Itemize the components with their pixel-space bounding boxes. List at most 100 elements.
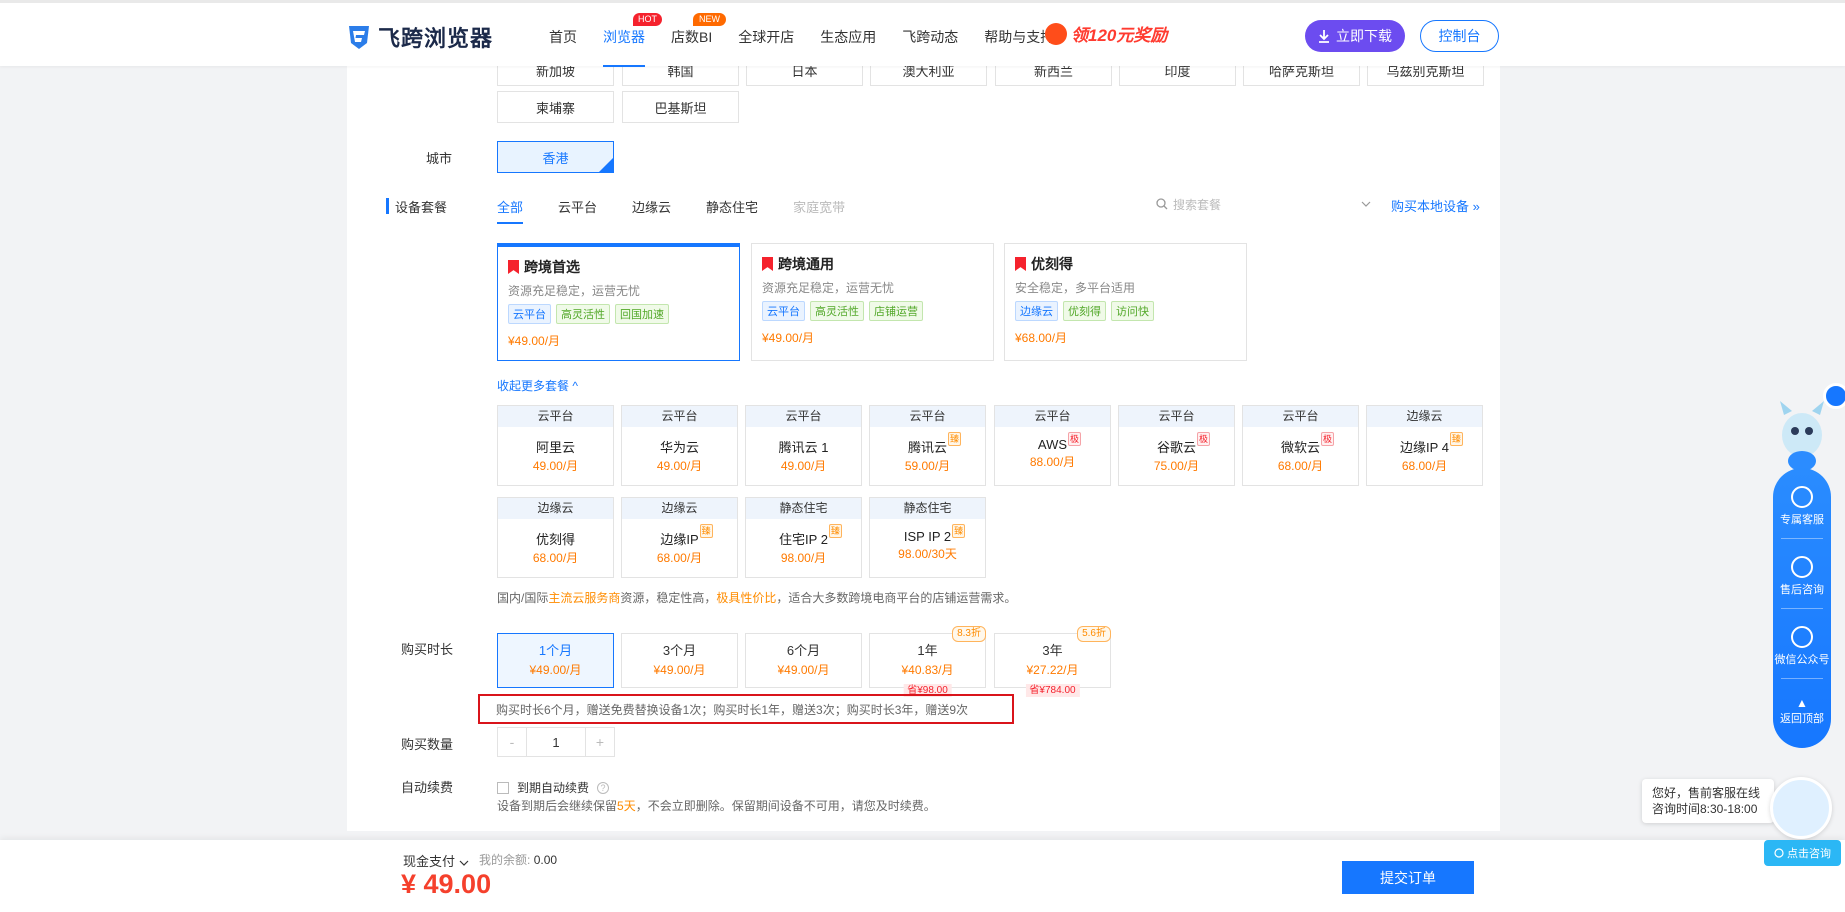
- package-card[interactable]: 云平台 华为云 49.00/月: [621, 405, 738, 486]
- payment-method-select[interactable]: 现金支付: [403, 851, 469, 870]
- tab-all[interactable]: 全部: [497, 197, 524, 224]
- hot-badge: HOT: [633, 13, 662, 26]
- collapse-more-link[interactable]: 收起更多套餐 ^: [497, 377, 578, 394]
- duration-option-price: ¥49.00/月: [529, 663, 582, 677]
- nav-bi[interactable]: 店数BI NEW: [671, 13, 726, 47]
- top-nav-bar: 飞跨浏览器 首页 浏览器 HOT 店数BI NEW 全球开店 生态应用 飞跨动态…: [0, 0, 1845, 67]
- package-card[interactable]: 边缘云 边缘IP 4 臻 68.00/月: [1366, 405, 1483, 486]
- city-option-selected[interactable]: 香港: [497, 141, 614, 173]
- floating-service-bar: 专属客服 售后咨询 微信公众号 ▲ 返回顶部: [1773, 468, 1831, 748]
- featured-package[interactable]: 跨境首选 资源充足稳定，运营无忧 云平台 高灵活性 回国加速 ¥49.00/月: [497, 243, 740, 361]
- card-name: 华为云: [659, 440, 699, 455]
- card-name: 阿里云: [535, 440, 575, 455]
- duration-option[interactable]: 1个月 ¥49.00/月: [497, 633, 614, 688]
- package-search-input[interactable]: 搜索套餐: [1156, 193, 1371, 215]
- card-type: 云平台: [746, 406, 861, 427]
- total-price: ¥ 49.00: [401, 869, 492, 899]
- duration-option[interactable]: 5.6折 3年 ¥27.22/月 省¥784.00: [994, 626, 1111, 697]
- package-card[interactable]: 云平台 AWS 极 88.00/月: [994, 405, 1111, 486]
- package-tag: 边缘云: [1015, 301, 1058, 321]
- console-button[interactable]: 控制台: [1420, 20, 1499, 52]
- nav-browser[interactable]: 浏览器 HOT: [603, 13, 662, 67]
- package-tag: 云平台: [762, 301, 805, 321]
- package-card[interactable]: 云平台 腾讯云臻 59.00/月: [869, 405, 986, 486]
- package-card[interactable]: 边缘云 边缘IP 臻 68.00/月: [621, 497, 738, 578]
- red-envelope-icon: [1045, 22, 1067, 45]
- promo-banner[interactable]: 领120元奖励: [1045, 21, 1167, 46]
- country-option[interactable]: 柬埔寨: [497, 91, 614, 123]
- package-title: 跨境通用: [778, 256, 834, 272]
- nav-global-store[interactable]: 全球开店: [738, 27, 794, 47]
- submit-order-button[interactable]: 提交订单: [1342, 861, 1474, 894]
- card-price: 49.00/月: [656, 459, 703, 473]
- chat-line: 咨询时间8:30-18:00: [1652, 802, 1758, 816]
- package-tag: 优刻得: [1063, 301, 1106, 321]
- desc-text: 国内/国际: [497, 591, 549, 605]
- nav-ecosystem[interactable]: 生态应用: [820, 27, 876, 47]
- exclusive-service-button[interactable]: 专属客服: [1773, 486, 1831, 527]
- main-nav: 首页 浏览器 HOT 店数BI NEW 全球开店 生态应用 飞跨动态 帮助与支持: [549, 13, 1080, 67]
- new-badge: NEW: [693, 13, 726, 26]
- divider: [1781, 678, 1823, 679]
- card-type: 云平台: [1243, 406, 1358, 427]
- logo[interactable]: 飞跨浏览器: [346, 21, 493, 53]
- package-tag: 高灵活性: [556, 304, 610, 324]
- nav-news[interactable]: 飞跨动态: [902, 27, 958, 47]
- chat-line: 您好，售前客服在线: [1652, 786, 1761, 800]
- auto-renew-checkbox[interactable]: [497, 781, 509, 794]
- duration-label: 购买时长: [401, 642, 454, 657]
- tab-edge[interactable]: 边缘云: [632, 197, 671, 216]
- country-option[interactable]: 巴基斯坦: [622, 91, 739, 123]
- renew-note-text: ，不会立即删除。保留期间设备不可用，请您及时续费。: [635, 799, 936, 813]
- decrease-button[interactable]: -: [498, 728, 526, 756]
- package-card[interactable]: 静态住宅 住宅IP 2 臻 98.00/月: [745, 497, 862, 578]
- after-sales-button[interactable]: 售后咨询: [1773, 556, 1831, 597]
- duration-option[interactable]: 3个月 ¥49.00/月: [621, 633, 738, 688]
- package-card[interactable]: 边缘云 优刻得 68.00/月: [497, 497, 614, 578]
- duration-option[interactable]: 8.3折 1年 ¥40.83/月 省¥98.00: [869, 626, 986, 697]
- search-icon: [1156, 198, 1168, 210]
- featured-package[interactable]: 优刻得 安全稳定，多平台适用 边缘云 优刻得 访问快 ¥68.00/月: [1004, 243, 1247, 361]
- help-icon[interactable]: ?: [597, 781, 610, 794]
- duration-option-label: 1个月: [538, 643, 573, 658]
- search-placeholder: 搜索套餐: [1173, 197, 1222, 212]
- tab-cloud[interactable]: 云平台: [558, 197, 597, 216]
- package-card[interactable]: 云平台 微软云极 68.00/月: [1242, 405, 1359, 486]
- quantity-input[interactable]: 1: [526, 728, 586, 756]
- desc-highlight: 极具性价比: [716, 591, 777, 605]
- consult-button[interactable]: 点击咨询: [1764, 840, 1841, 866]
- download-button[interactable]: 立即下载: [1305, 20, 1405, 52]
- buy-local-device-link[interactable]: 购买本地设备 »: [1391, 196, 1480, 215]
- arrow-up-icon: ▲: [1796, 696, 1808, 710]
- package-desc: 资源充足稳定，运营无忧: [762, 281, 895, 295]
- duration-option[interactable]: 6个月 ¥49.00/月: [745, 633, 862, 688]
- package-description: 国内/国际主流云服务商资源，稳定性高，极具性价比，适合大多数跨境电商平台的店铺运…: [497, 589, 1016, 606]
- nav-home[interactable]: 首页: [549, 27, 577, 47]
- back-to-top-button[interactable]: ▲ 返回顶部: [1773, 696, 1831, 726]
- balance-label: 我的余额:: [479, 853, 531, 867]
- discount-badge: 5.6折: [1077, 626, 1111, 642]
- renew-note-highlight: 5天: [617, 799, 636, 813]
- card-type: 边缘云: [1367, 406, 1482, 427]
- package-card[interactable]: 云平台 阿里云 49.00/月: [497, 405, 614, 486]
- tab-static-residential[interactable]: 静态住宅: [706, 197, 758, 216]
- package-desc: 安全稳定，多平台适用: [1015, 281, 1136, 295]
- auto-renew-checkbox-label[interactable]: 到期自动续费: [517, 779, 589, 796]
- package-card[interactable]: 云平台 谷歌云极 75.00/月: [1118, 405, 1235, 486]
- duration-option-label: 3年: [1042, 643, 1063, 658]
- support-avatar[interactable]: [1770, 777, 1832, 839]
- increase-button[interactable]: +: [586, 728, 614, 756]
- package-card[interactable]: 静态住宅 ISP IP 2 臻 98.00/30天: [869, 497, 986, 578]
- package-card[interactable]: 云平台 腾讯云 1 49.00/月: [745, 405, 862, 486]
- section-indicator: [386, 198, 389, 214]
- quantity-label: 购买数量: [401, 737, 454, 752]
- float-item-label: 微信公众号: [1774, 654, 1830, 666]
- featured-package[interactable]: 跨境通用 资源充足稳定，运营无忧 云平台 高灵活性 店铺运营 ¥49.00/月: [751, 243, 994, 361]
- tab-home-broadband[interactable]: 家庭宽带: [793, 197, 845, 216]
- wechat-button[interactable]: 微信公众号: [1773, 626, 1831, 667]
- presale-chat-card[interactable]: 您好，售前客服在线 咨询时间8:30-18:00: [1642, 779, 1774, 823]
- card-type: 云平台: [995, 406, 1110, 427]
- nav-help[interactable]: 帮助与支持: [984, 27, 1054, 47]
- float-item-label: 返回顶部: [1780, 713, 1824, 725]
- mascot-icon: [1780, 401, 1824, 471]
